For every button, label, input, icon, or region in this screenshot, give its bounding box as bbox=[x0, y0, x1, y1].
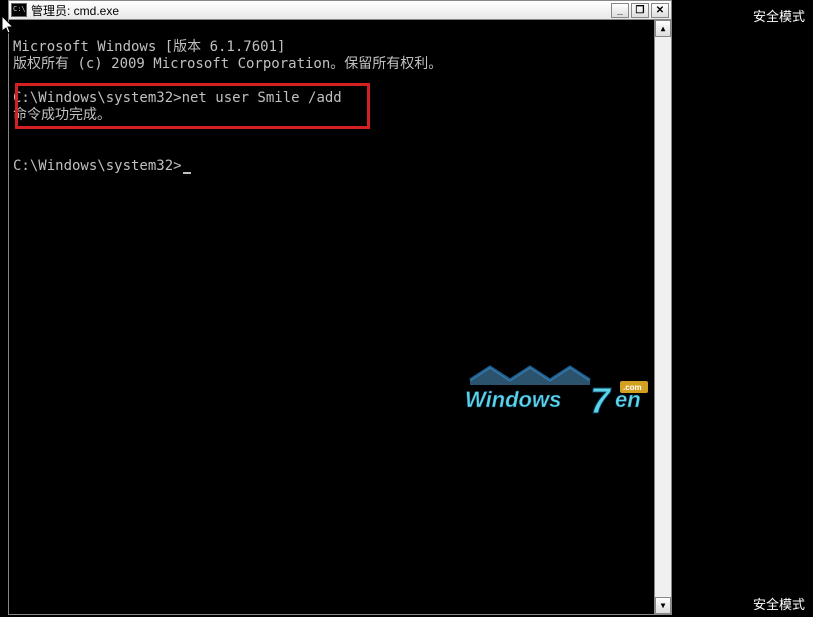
terminal-output[interactable]: Microsoft Windows [版本 6.1.7601]版权所有 (c) … bbox=[9, 20, 654, 614]
safe-mode-label-top-right: 安全模式 bbox=[753, 6, 805, 25]
scroll-track[interactable] bbox=[655, 37, 671, 597]
terminal-cursor bbox=[183, 172, 191, 174]
terminal-command-line: C:\Windows\system32>net user Smile /add bbox=[13, 90, 650, 107]
scroll-down-button[interactable]: ▼ bbox=[655, 597, 671, 614]
titlebar[interactable]: 管理员: cmd.exe _ ❐ ✕ bbox=[9, 1, 671, 20]
maximize-button[interactable]: ❐ bbox=[631, 3, 649, 18]
vertical-scrollbar[interactable]: ▲ ▼ bbox=[654, 20, 671, 614]
close-button[interactable]: ✕ bbox=[651, 3, 669, 18]
safe-mode-label-bottom-right: 安全模式 bbox=[753, 594, 805, 613]
cmd-icon bbox=[11, 3, 27, 17]
cmd-window: 管理员: cmd.exe _ ❐ ✕ Microsoft Windows [版本… bbox=[8, 0, 672, 615]
scroll-up-button[interactable]: ▲ bbox=[655, 20, 671, 37]
terminal-result: 命令成功完成。 bbox=[13, 107, 650, 124]
mouse-cursor-icon bbox=[2, 16, 16, 40]
terminal-line: Microsoft Windows [版本 6.1.7601] bbox=[13, 39, 650, 56]
minimize-button[interactable]: _ bbox=[611, 3, 629, 18]
terminal-prompt: C:\Windows\system32> bbox=[13, 158, 650, 175]
window-title: 管理员: cmd.exe bbox=[31, 2, 611, 19]
terminal-line: 版权所有 (c) 2009 Microsoft Corporation。保留所有… bbox=[13, 56, 650, 73]
